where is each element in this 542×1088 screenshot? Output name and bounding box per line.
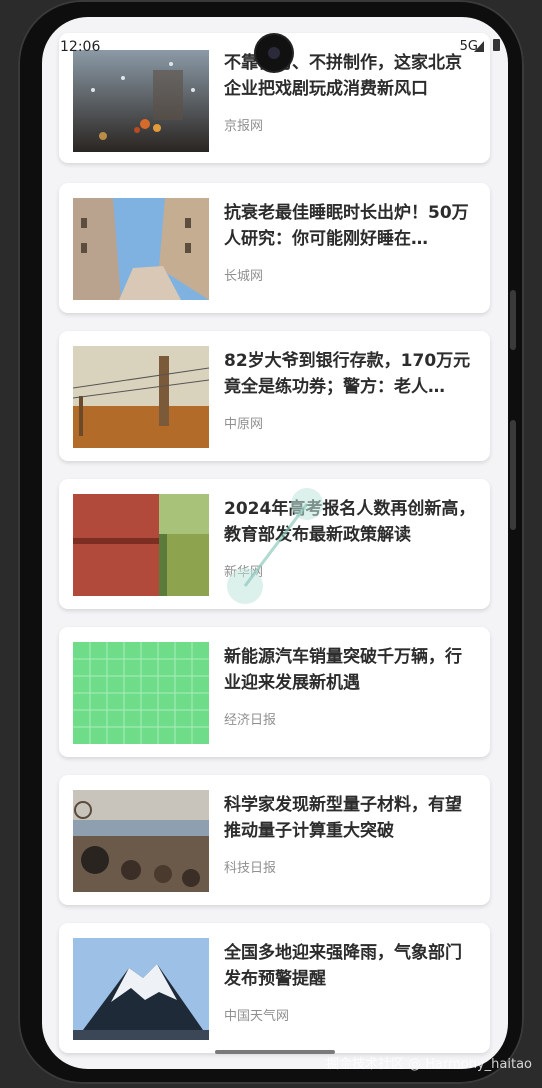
news-source: 中国天气网 [224,1009,290,1024]
news-title: 科学家发现新型量子材料，有望推动量子计算重大突破 [224,795,462,841]
news-card[interactable]: 科学家发现新型量子材料，有望推动量子计算重大突破 科技日报 [59,775,490,905]
news-title: 82岁大爷到银行存款，170万元竟全是练功券；警方：老人… [224,351,471,397]
news-title: 新能源汽车销量突破千万辆，行业迎来发展新机遇 [224,647,462,693]
power-button [510,420,516,530]
news-card[interactable]: 82岁大爷到银行存款，170万元竟全是练功券；警方：老人… 中原网 [59,331,490,461]
news-source: 经济日报 [224,713,277,728]
news-source: 中原网 [224,417,264,432]
news-card[interactable]: 2024年高考报名人数再创新高，教育部发布最新政策解读 新华网 [59,479,490,609]
news-title: 抗衰老最佳睡眠时长出炉！50万人研究：你可能刚好睡在… [224,203,469,249]
news-thumbnail [73,50,209,152]
news-card[interactable]: 抗衰老最佳睡眠时长出炉！50万人研究：你可能刚好睡在… 长城网 [59,183,490,313]
screen: 12:06 5G 不靠模仿、不拼制作，这家北京企业把戏剧玩成消费新风口 京报网 … [42,17,508,1069]
battery-icon [493,39,500,51]
news-thumbnail [73,198,209,300]
news-thumbnail [73,494,209,596]
news-thumbnail [73,938,209,1040]
watermark: 掘金技术社区 @ Harmony_haitao [325,1057,532,1072]
news-thumbnail [73,346,209,448]
news-thumbnail [73,790,209,892]
news-source: 新华网 [224,565,264,580]
news-card[interactable]: 新能源汽车销量突破千万辆，行业迎来发展新机遇 经济日报 [59,627,490,757]
volume-button [510,290,516,350]
news-title: 全国多地迎来强降雨，气象部门发布预警提醒 [224,943,462,989]
news-source: 科技日报 [224,861,277,876]
news-card[interactable]: 全国多地迎来强降雨，气象部门发布预警提醒 中国天气网 [59,923,490,1053]
front-camera-icon [256,35,292,71]
news-source: 京报网 [224,119,264,134]
news-title: 2024年高考报名人数再创新高，教育部发布最新政策解读 [224,499,476,545]
home-indicator[interactable] [215,1050,335,1054]
news-thumbnail [73,642,209,744]
news-source: 长城网 [224,269,264,284]
